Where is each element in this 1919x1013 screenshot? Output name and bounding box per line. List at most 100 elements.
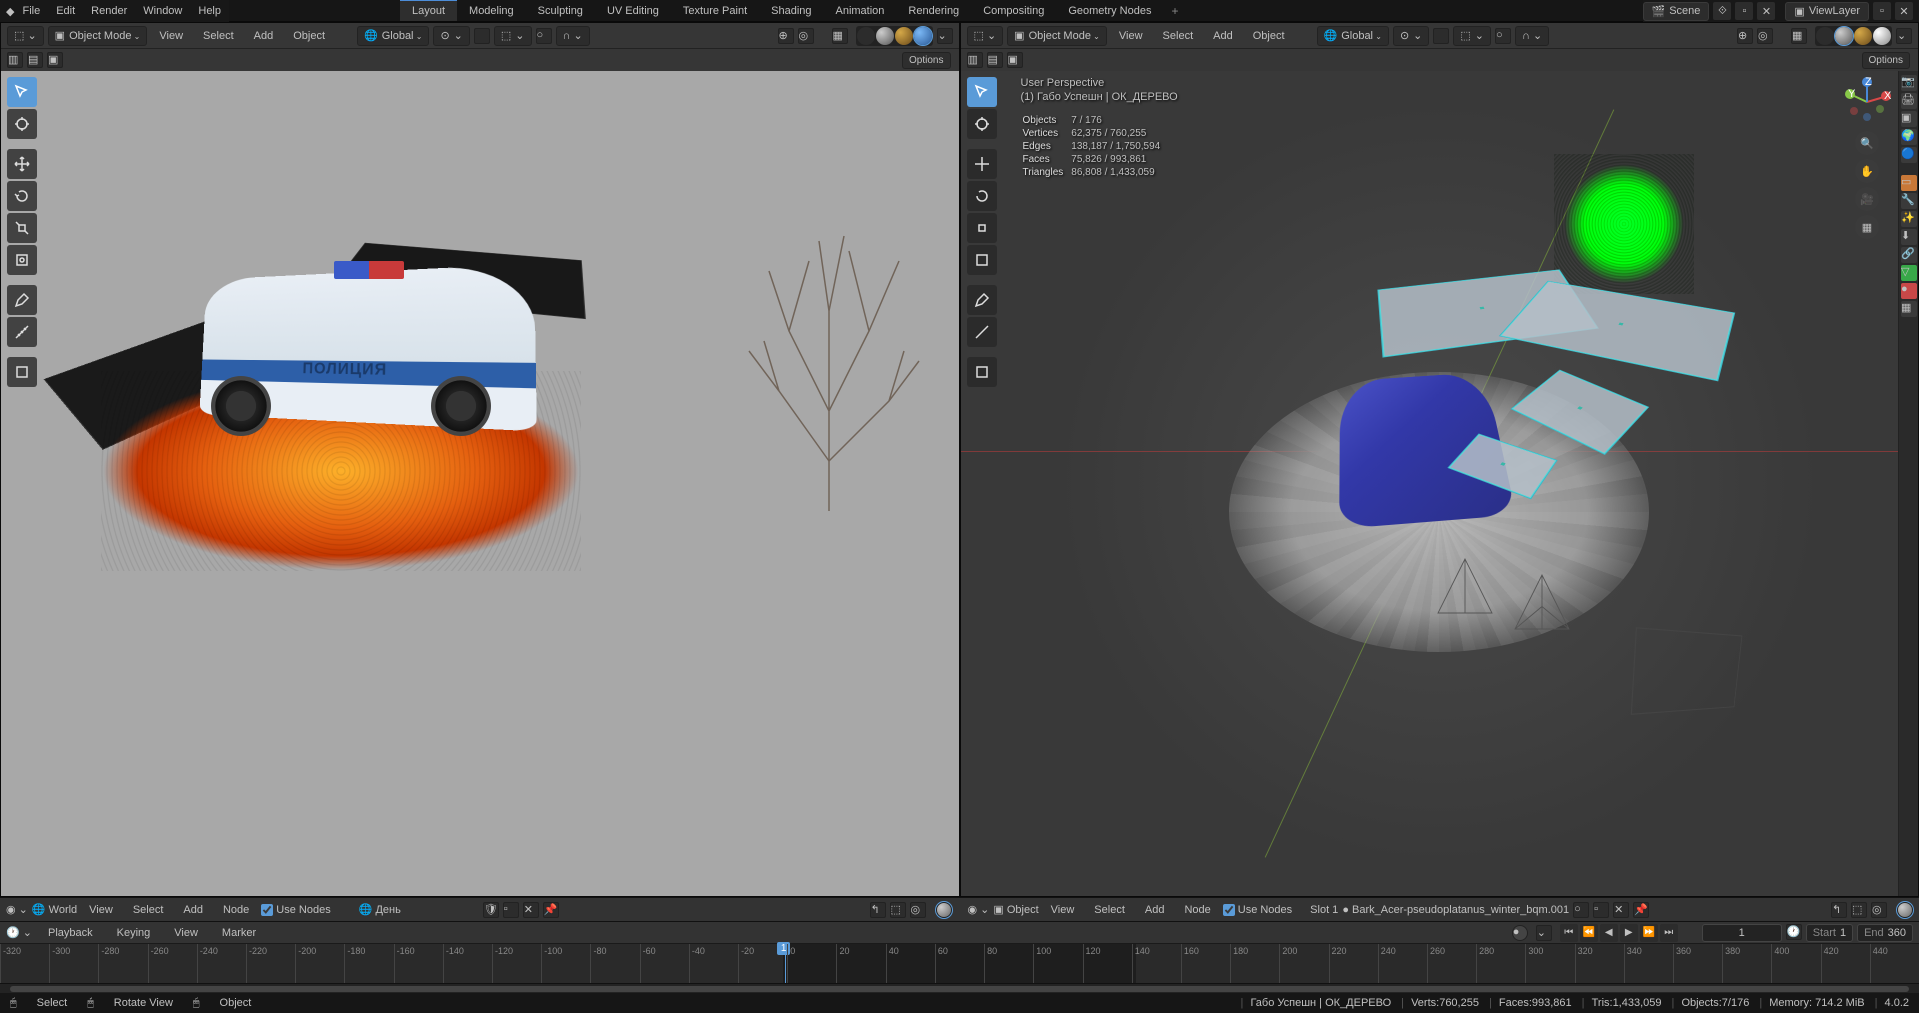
mode-selector[interactable]: ▣ Object Mode bbox=[1007, 26, 1107, 46]
tool-move[interactable] bbox=[7, 149, 37, 179]
world-datablock[interactable]: 🌐 День bbox=[359, 903, 479, 916]
jump-end-icon[interactable]: ⏭ bbox=[1660, 924, 1678, 942]
jump-start-icon[interactable]: ⏮ bbox=[1560, 924, 1578, 942]
unlink-world-icon[interactable]: ✕ bbox=[523, 902, 539, 918]
menu-render[interactable]: Render bbox=[83, 2, 135, 20]
orientation-selector[interactable]: 🌐 Global bbox=[357, 26, 429, 46]
material-datablock[interactable]: ● Bark_Acer-pseudoplatanus_winter_bqm.00… bbox=[1342, 904, 1569, 916]
shading-options-icon[interactable]: ⌄ bbox=[937, 28, 953, 44]
start-frame-field[interactable]: Start1 bbox=[1806, 924, 1853, 942]
use-nodes-checkbox[interactable] bbox=[1223, 904, 1235, 916]
tool-annotate[interactable] bbox=[7, 285, 37, 315]
tool-rotate[interactable] bbox=[7, 181, 37, 211]
tool-transform[interactable] bbox=[7, 245, 37, 275]
overlay-icon[interactable]: ◎ bbox=[1871, 902, 1887, 918]
prop-particles-icon[interactable]: ✨ bbox=[1901, 211, 1917, 227]
prop-viewlayer-icon[interactable]: ▣ bbox=[1901, 111, 1917, 127]
editor-type-shader-icon[interactable]: ◉ ⌄ bbox=[6, 903, 28, 916]
tool-scale[interactable] bbox=[967, 213, 997, 243]
prop-physics-icon[interactable]: ⬇ bbox=[1901, 229, 1917, 245]
nav-pan-icon[interactable]: ✋ bbox=[1855, 159, 1879, 183]
overlay-visibility-icon[interactable]: ◎ bbox=[1757, 28, 1773, 44]
mode-selector[interactable]: ▣ Object Mode bbox=[48, 26, 148, 46]
vp-menu-view[interactable]: View bbox=[151, 27, 191, 45]
nav-zoom-icon[interactable]: 🔍 bbox=[1855, 131, 1879, 155]
shading-material[interactable] bbox=[895, 27, 913, 45]
prop-material-icon[interactable]: ● bbox=[1901, 283, 1917, 299]
tool-settings-icon-2[interactable]: ▤ bbox=[987, 52, 1003, 68]
tl-view[interactable]: View bbox=[166, 924, 206, 942]
editor-type-timeline-icon[interactable]: 🕐 ⌄ bbox=[6, 926, 32, 939]
proportional-falloff[interactable]: ∩ ⌄ bbox=[556, 26, 590, 46]
scene-new-icon[interactable]: ▫ bbox=[1735, 2, 1753, 20]
snap-toggle[interactable] bbox=[474, 28, 490, 44]
workspace-tab-sculpting[interactable]: Sculpting bbox=[526, 0, 595, 21]
playhead[interactable]: 1 bbox=[785, 944, 786, 983]
prop-render-icon[interactable]: 📷 bbox=[1901, 75, 1917, 91]
tool-settings-icon[interactable]: ▥ bbox=[7, 52, 23, 68]
workspace-tab-rendering[interactable]: Rendering bbox=[896, 0, 971, 21]
vp-menu-select[interactable]: Select bbox=[195, 27, 242, 45]
scene-delete-icon[interactable]: ✕ bbox=[1757, 2, 1775, 20]
editor-type-3dview-icon[interactable]: ⬚ ⌄ bbox=[7, 26, 44, 46]
workspace-tab-compositing[interactable]: Compositing bbox=[971, 0, 1056, 21]
use-nodes-toggle[interactable]: Use Nodes bbox=[261, 904, 330, 916]
add-workspace-icon[interactable]: + bbox=[1163, 0, 1186, 21]
menu-edit[interactable]: Edit bbox=[48, 2, 83, 20]
shader-type-object[interactable]: ▣ Object bbox=[993, 903, 1038, 916]
tool-annotate[interactable] bbox=[967, 285, 997, 315]
menu-help[interactable]: Help bbox=[190, 2, 229, 20]
tool-options[interactable]: Options bbox=[902, 52, 950, 69]
parent-node-icon[interactable]: ↰ bbox=[1831, 902, 1847, 918]
parent-node-icon[interactable]: ↰ bbox=[870, 902, 886, 918]
sh-menu-node[interactable]: Node bbox=[1176, 901, 1218, 919]
sh-menu-add[interactable]: Add bbox=[175, 901, 211, 919]
use-nodes-checkbox[interactable] bbox=[261, 904, 273, 916]
fake-user-icon[interactable]: 🛡 bbox=[483, 902, 499, 918]
vp-menu-object[interactable]: Object bbox=[1245, 27, 1293, 45]
prop-scene-icon[interactable]: 🌍 bbox=[1901, 129, 1917, 145]
shading-options-icon[interactable]: ⌄ bbox=[1896, 28, 1912, 44]
tool-add-primitive[interactable] bbox=[7, 357, 37, 387]
nav-axis-gizmo[interactable]: X Y Z bbox=[1842, 77, 1892, 127]
workspace-tab-texpaint[interactable]: Texture Paint bbox=[671, 0, 759, 21]
tool-measure[interactable] bbox=[7, 317, 37, 347]
sh-menu-select[interactable]: Select bbox=[1086, 901, 1133, 919]
tool-scale[interactable] bbox=[7, 213, 37, 243]
new-material-icon[interactable]: ▫ bbox=[1593, 902, 1609, 918]
orientation-selector[interactable]: 🌐 Global bbox=[1317, 26, 1389, 46]
snap-selector[interactable]: ⬚ ⌄ bbox=[494, 26, 532, 46]
overlay-icon[interactable]: ◎ bbox=[910, 902, 926, 918]
snap-selector[interactable]: ⬚ ⌄ bbox=[1453, 26, 1491, 46]
material-slot[interactable]: Slot 1 bbox=[1310, 904, 1338, 916]
pin-icon[interactable]: 📌 bbox=[543, 902, 559, 918]
timeline-scrollbar[interactable] bbox=[0, 983, 1919, 993]
shading-wireframe[interactable] bbox=[1816, 27, 1834, 45]
pivot-selector[interactable]: ⊙ ⌄ bbox=[1393, 26, 1429, 46]
new-world-icon[interactable]: ▫ bbox=[503, 902, 519, 918]
viewlayer-new-icon[interactable]: ▫ bbox=[1873, 2, 1891, 20]
prop-texture-icon[interactable]: ▦ bbox=[1901, 301, 1917, 317]
workspace-tab-modeling[interactable]: Modeling bbox=[457, 0, 526, 21]
tool-select-box[interactable] bbox=[967, 77, 997, 107]
sh-menu-add[interactable]: Add bbox=[1137, 901, 1173, 919]
vp-menu-add[interactable]: Add bbox=[246, 27, 282, 45]
workspace-tab-uv[interactable]: UV Editing bbox=[595, 0, 671, 21]
preview-sphere[interactable] bbox=[936, 902, 952, 918]
end-frame-field[interactable]: End360 bbox=[1857, 924, 1913, 942]
jump-prev-key-icon[interactable]: ⏪ bbox=[1580, 924, 1598, 942]
drag-selectbox-icon[interactable]: ▣ bbox=[1007, 52, 1023, 68]
gizmo-visibility-icon[interactable]: ⊕ bbox=[778, 28, 794, 44]
drag-selectbox-icon[interactable]: ▣ bbox=[47, 52, 63, 68]
tool-rotate[interactable] bbox=[967, 181, 997, 211]
gizmo-visibility-icon[interactable]: ⊕ bbox=[1737, 28, 1753, 44]
prop-constraint-icon[interactable]: 🔗 bbox=[1901, 247, 1917, 263]
selected-plane-2[interactable] bbox=[1500, 281, 1734, 380]
tool-cursor[interactable] bbox=[7, 109, 37, 139]
vp-menu-object[interactable]: Object bbox=[285, 27, 333, 45]
editor-type-3dview-icon[interactable]: ⬚ ⌄ bbox=[967, 26, 1004, 46]
snap-icon[interactable]: ⬚ bbox=[1851, 902, 1867, 918]
workspace-tab-shading[interactable]: Shading bbox=[759, 0, 823, 21]
vp-menu-select[interactable]: Select bbox=[1155, 27, 1202, 45]
timeline-ruler[interactable]: 1 -320-300-280-260-240-220-200-180-160-1… bbox=[0, 943, 1919, 983]
